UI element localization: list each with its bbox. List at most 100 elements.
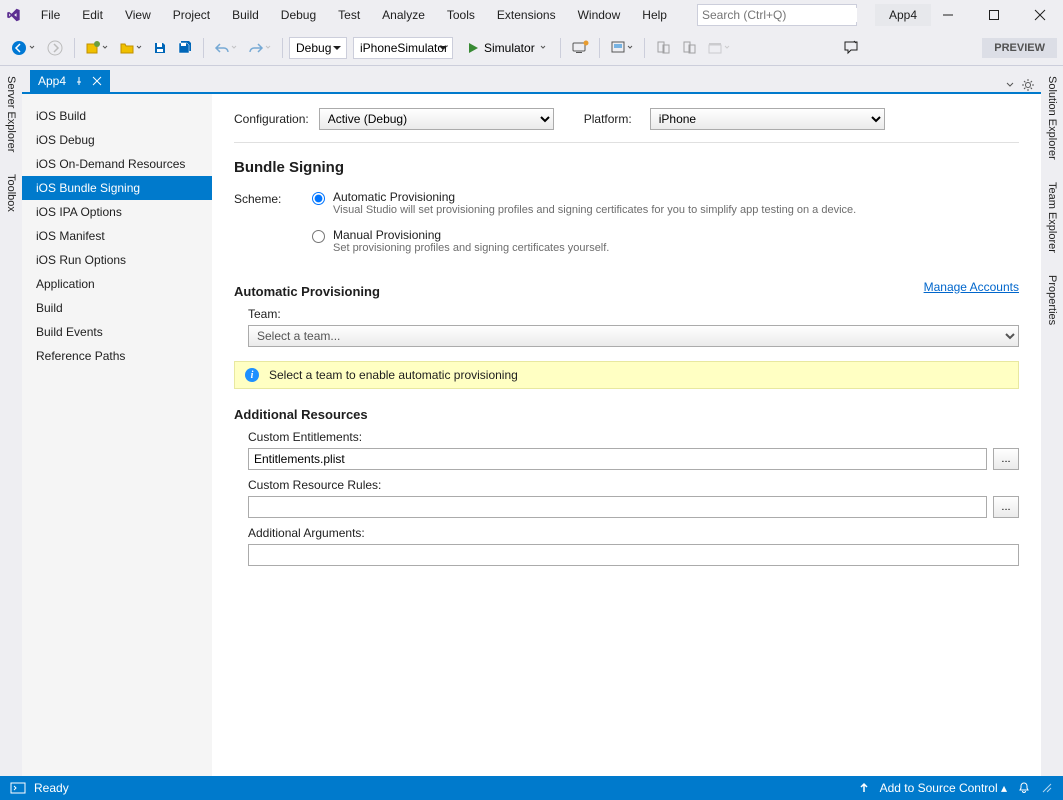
publish-icon[interactable] xyxy=(858,782,870,794)
document-tab-label: App4 xyxy=(38,74,66,88)
nav-item-ios-run-options[interactable]: iOS Run Options xyxy=(22,248,212,272)
nav-item-reference-paths[interactable]: Reference Paths xyxy=(22,344,212,368)
configuration-select[interactable]: Active (Debug) xyxy=(319,108,554,130)
menu-debug[interactable]: Debug xyxy=(271,4,326,26)
menu-test[interactable]: Test xyxy=(328,4,370,26)
pair-mac-button[interactable] xyxy=(567,37,593,59)
statusbar: Ready Add to Source Control ▴ xyxy=(0,776,1063,800)
device-button-1[interactable] xyxy=(651,37,675,59)
nav-item-ios-ipa-options[interactable]: iOS IPA Options xyxy=(22,200,212,224)
redo-button[interactable] xyxy=(244,38,276,58)
maximize-button[interactable] xyxy=(977,2,1011,28)
args-label: Additional Arguments: xyxy=(248,526,365,540)
app-name-label: App4 xyxy=(875,4,931,26)
scheme-auto-title: Automatic Provisioning xyxy=(333,190,856,204)
rules-input[interactable] xyxy=(248,496,987,518)
menu-tools[interactable]: Tools xyxy=(437,4,485,26)
menu-view[interactable]: View xyxy=(115,4,161,26)
nav-item-ios-manifest[interactable]: iOS Manifest xyxy=(22,224,212,248)
menu-analyze[interactable]: Analyze xyxy=(372,4,435,26)
vs-logo-icon xyxy=(6,5,21,25)
menu-build[interactable]: Build xyxy=(222,4,269,26)
close-button[interactable] xyxy=(1023,2,1057,28)
resize-grip-icon xyxy=(1041,782,1053,794)
target-dropdown[interactable]: iPhoneSimulator xyxy=(353,37,453,59)
menu-project[interactable]: Project xyxy=(163,4,220,26)
entitlements-input[interactable] xyxy=(248,448,987,470)
nav-item-application[interactable]: Application xyxy=(22,272,212,296)
preview-button[interactable]: PREVIEW xyxy=(982,38,1057,58)
settings-content: Configuration: Active (Debug) Platform: … xyxy=(212,94,1041,776)
minimize-button[interactable] xyxy=(931,2,965,28)
undo-button[interactable] xyxy=(210,38,242,58)
new-project-button[interactable] xyxy=(81,37,113,59)
nav-item-build[interactable]: Build xyxy=(22,296,212,320)
notifications-icon[interactable] xyxy=(1017,781,1031,795)
auto-prov-title: Automatic Provisioning xyxy=(234,284,380,299)
scheme-auto-radio[interactable] xyxy=(312,192,325,205)
side-tab-server-explorer[interactable]: Server Explorer xyxy=(3,72,19,156)
entitlements-browse-button[interactable]: ... xyxy=(993,448,1019,470)
menu-file[interactable]: File xyxy=(31,4,70,26)
scheme-manual-option[interactable]: Manual Provisioning Set provisioning pro… xyxy=(312,228,1019,254)
document-body: iOS BuildiOS DebugiOS On-Demand Resource… xyxy=(22,92,1041,776)
args-input[interactable] xyxy=(248,544,1019,566)
open-file-button[interactable] xyxy=(115,37,147,59)
scheme-label: Scheme: xyxy=(234,190,294,266)
side-tab-toolbox[interactable]: Toolbox xyxy=(3,170,19,216)
document-tab-app4[interactable]: App4 xyxy=(30,70,110,92)
side-tab-properties[interactable]: Properties xyxy=(1044,271,1060,329)
info-banner-text: Select a team to enable automatic provis… xyxy=(269,368,518,382)
pin-icon[interactable] xyxy=(74,76,84,86)
nav-item-ios-on-demand-resources[interactable]: iOS On-Demand Resources xyxy=(22,152,212,176)
configuration-label: Configuration: xyxy=(234,112,309,126)
save-button[interactable] xyxy=(149,38,171,58)
side-tab-solution-explorer[interactable]: Solution Explorer xyxy=(1044,72,1060,164)
archive-button[interactable] xyxy=(703,37,735,59)
right-side-tabs: Solution Explorer Team Explorer Properties xyxy=(1041,66,1063,776)
manage-accounts-link[interactable]: Manage Accounts xyxy=(924,280,1019,294)
platform-label: Platform: xyxy=(584,112,632,126)
nav-item-ios-bundle-signing[interactable]: iOS Bundle Signing xyxy=(22,176,212,200)
tab-dropdown-icon[interactable] xyxy=(1005,80,1015,90)
close-tab-icon[interactable] xyxy=(92,76,102,86)
document-well: App4 iOS BuildiOS DebugiOS On-Demand Res… xyxy=(22,66,1041,776)
device-button-2[interactable] xyxy=(677,37,701,59)
platform-select[interactable]: iPhone xyxy=(650,108,885,130)
search-input[interactable] xyxy=(702,8,857,22)
nav-back-button[interactable] xyxy=(6,36,40,60)
menu-window[interactable]: Window xyxy=(568,4,631,26)
save-all-button[interactable] xyxy=(173,38,197,58)
menu-help[interactable]: Help xyxy=(632,4,677,26)
entitlements-label: Custom Entitlements: xyxy=(248,430,362,444)
document-tabs: App4 xyxy=(22,66,1041,92)
nav-item-ios-build[interactable]: iOS Build xyxy=(22,104,212,128)
configuration-dropdown[interactable]: Debug xyxy=(289,37,347,59)
left-side-tabs: Server Explorer Toolbox xyxy=(0,66,22,776)
scheme-manual-radio[interactable] xyxy=(312,230,325,243)
start-button[interactable]: Simulator xyxy=(461,37,554,59)
device-log-button[interactable] xyxy=(606,37,638,59)
scheme-auto-option[interactable]: Automatic Provisioning Visual Studio wil… xyxy=(312,190,1019,216)
additional-title: Additional Resources xyxy=(234,407,1019,422)
feedback-icon[interactable] xyxy=(842,39,860,57)
rules-browse-button[interactable]: ... xyxy=(993,496,1019,518)
toolbar: Debug iPhoneSimulator Simulator PREVIEW xyxy=(0,30,1063,66)
gear-icon[interactable] xyxy=(1021,78,1035,92)
nav-item-build-events[interactable]: Build Events xyxy=(22,320,212,344)
bundle-signing-title: Bundle Signing xyxy=(234,159,1019,176)
output-icon[interactable] xyxy=(10,781,26,795)
nav-forward-button[interactable] xyxy=(42,36,68,60)
menu-edit[interactable]: Edit xyxy=(72,4,113,26)
scheme-auto-desc: Visual Studio will set provisioning prof… xyxy=(333,204,856,216)
search-box[interactable] xyxy=(697,4,857,26)
team-label: Team: xyxy=(248,307,281,321)
nav-item-ios-debug[interactable]: iOS Debug xyxy=(22,128,212,152)
menu-extensions[interactable]: Extensions xyxy=(487,4,566,26)
source-control-button[interactable]: Add to Source Control ▴ xyxy=(880,781,1007,795)
side-tab-team-explorer[interactable]: Team Explorer xyxy=(1044,178,1060,257)
info-icon: i xyxy=(245,368,259,382)
status-ready: Ready xyxy=(34,781,69,795)
scheme-manual-desc: Set provisioning profiles and signing ce… xyxy=(333,242,609,254)
team-select[interactable]: Select a team... xyxy=(248,325,1019,347)
